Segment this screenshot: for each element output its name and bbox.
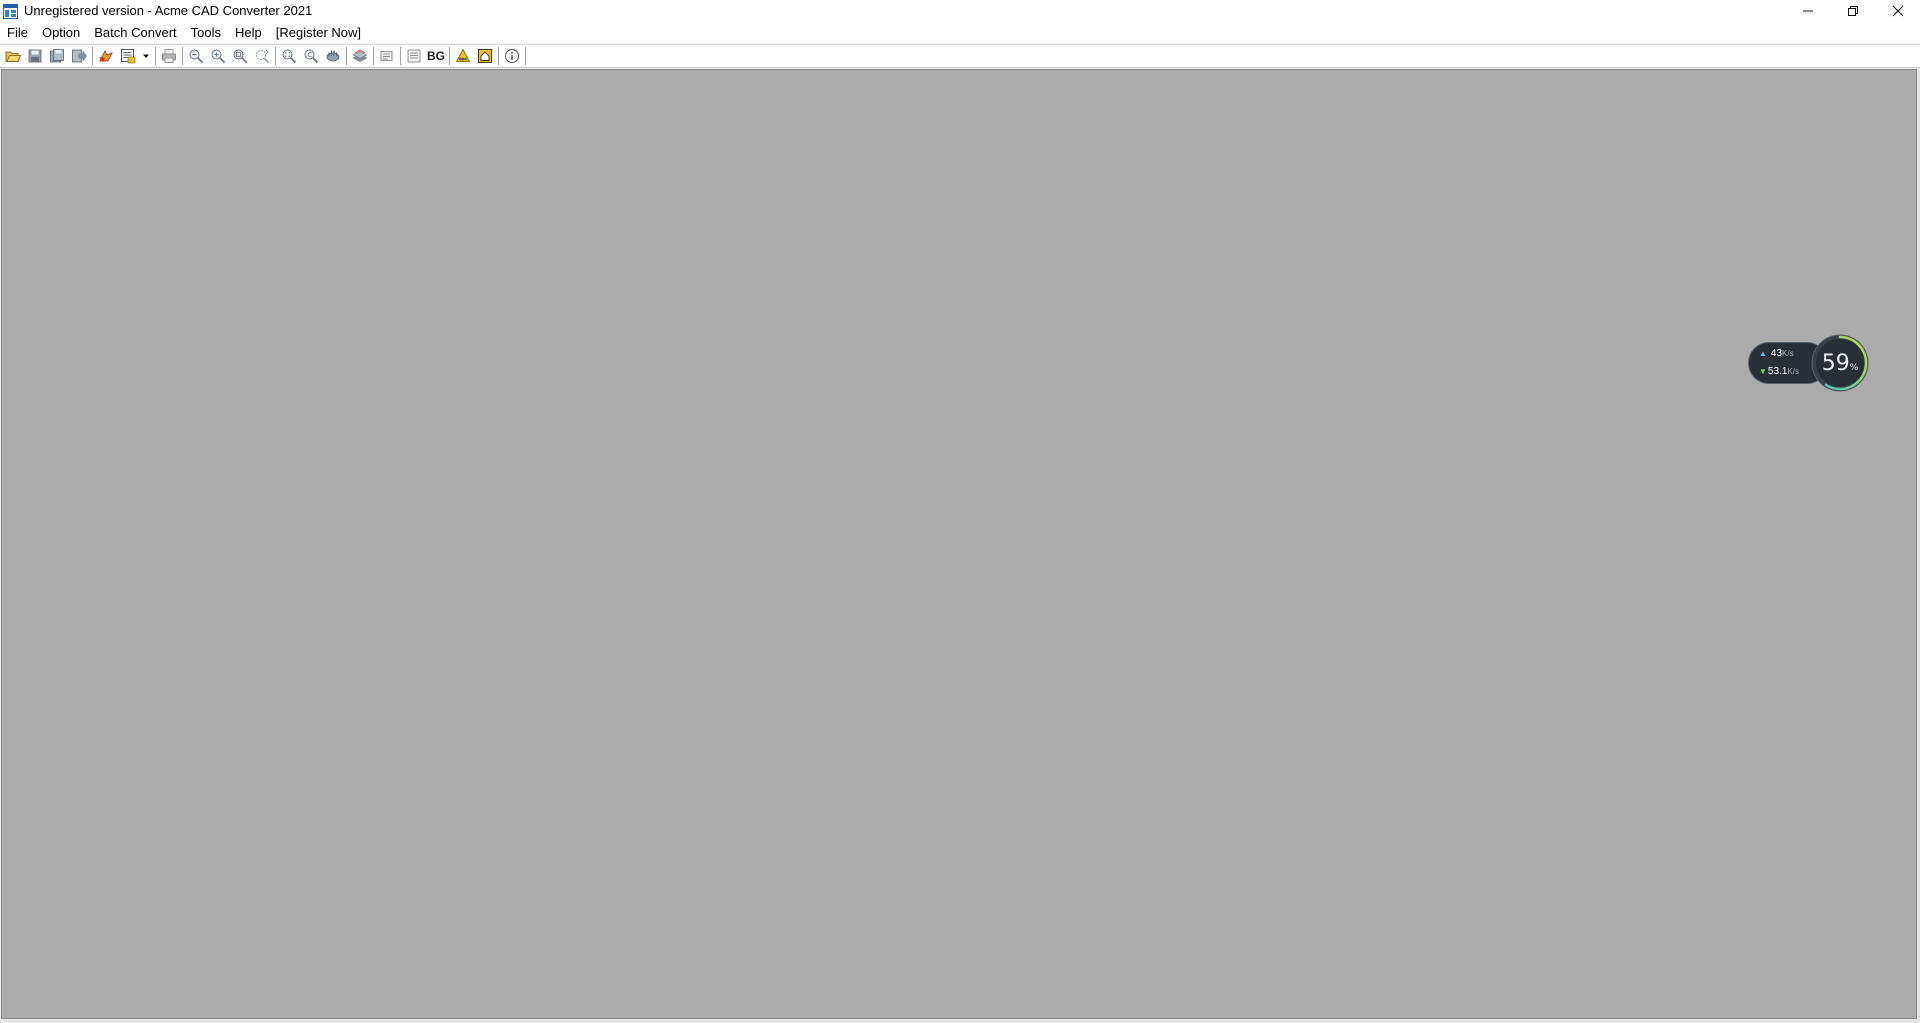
zoom-window-button[interactable] [229,45,251,67]
convert-icon [99,50,113,62]
pan-icon [326,50,340,62]
toolbar-separator [449,47,450,65]
dropdown-arrow-icon [143,54,149,58]
print-button[interactable] [158,45,180,67]
window-title: Unregistered version - Acme CAD Converte… [24,3,313,18]
toolbar-separator [275,47,276,65]
open-folder-icon [5,51,21,62]
upload-speed-unit: K/s [1782,349,1794,358]
toolbar: BG [0,44,1920,68]
pan-button[interactable] [322,45,344,67]
drawing-canvas[interactable] [1,69,1917,1019]
menu-help[interactable]: Help [228,22,269,43]
menu-bar: File Option Batch Convert Tools Help [Re… [0,22,1920,43]
layers-icon [352,49,368,62]
zoom-extents-icon [282,49,297,64]
warning-button[interactable] [452,45,474,67]
zoom-realtime-icon [256,49,269,63]
zoom-out-button[interactable] [185,45,207,67]
export-button[interactable] [68,45,90,67]
toolbar-separator [400,47,401,65]
upload-speed: ▲ 43K/s [1759,348,1794,359]
convert-button[interactable] [95,45,117,67]
save-icon [28,49,42,63]
app-window: Unregistered version - Acme CAD Converte… [0,0,1920,1023]
home-button[interactable] [474,45,496,67]
toolbar-separator [346,47,347,65]
background-label: BG [427,49,445,63]
window-controls [1785,0,1920,22]
zoom-extents-button[interactable] [278,45,300,67]
download-speed-value: 53.1 [1767,366,1788,377]
zoom-out-icon [189,49,204,64]
upload-speed-value: 43 [1770,348,1783,359]
toolbar-separator [525,47,526,65]
menu-option[interactable]: Option [35,22,87,43]
text-search-icon [407,49,421,63]
save-as-icon [50,49,64,63]
toolbar-separator [373,47,374,65]
print-icon [162,49,176,63]
menu-tools[interactable]: Tools [184,22,228,43]
export-icon [72,49,87,63]
home-icon [478,49,492,63]
zoom-previous-icon [304,49,319,64]
toolbar-separator [155,47,156,65]
info-button[interactable] [501,45,523,67]
restore-button[interactable] [1830,0,1875,22]
toolbar-separator [92,47,93,65]
zoom-in-button[interactable] [207,45,229,67]
bottom-edge [0,1019,1920,1023]
upload-arrow-icon: ▲ [1759,349,1767,358]
close-icon [1892,5,1903,17]
minimize-button[interactable] [1785,0,1830,22]
warning-icon [455,48,471,62]
properties-button[interactable] [376,45,398,67]
minimize-icon [1802,10,1813,12]
info-icon [505,49,519,63]
usage-percent: 59% [1810,333,1870,393]
close-button[interactable] [1875,0,1920,22]
menu-file[interactable]: File [0,22,35,43]
zoom-previous-button[interactable] [300,45,322,67]
download-speed-unit: K/s [1787,367,1799,376]
layers-button[interactable] [349,45,371,67]
zoom-realtime-button[interactable] [251,45,273,67]
background-button[interactable]: BG [425,45,447,67]
download-speed: ▼53.1K/s [1759,366,1799,377]
batch-convert-dropdown[interactable] [139,45,153,67]
app-logo-icon [3,3,18,19]
properties-icon [380,51,393,61]
batch-convert-icon [121,49,136,64]
toolbar-separator [182,47,183,65]
zoom-in-icon [211,49,226,64]
toolbar-separator [498,47,499,65]
batch-convert-button[interactable] [117,45,139,67]
zoom-window-icon [233,49,248,64]
download-arrow-icon: ▼ [1759,367,1767,376]
title-bar: Unregistered version - Acme CAD Converte… [0,0,1920,22]
menu-batch-convert[interactable]: Batch Convert [87,22,183,43]
save-as-button[interactable] [46,45,68,67]
usage-percent-sign: % [1849,363,1859,373]
save-button[interactable] [24,45,46,67]
text-search-button[interactable] [403,45,425,67]
usage-percent-value: 59 [1821,350,1850,376]
open-button[interactable] [2,45,24,67]
network-speed-widget[interactable]: ▲ 43K/s ▼53.1K/s 59% [1748,332,1870,394]
restore-icon [1847,6,1858,16]
menu-register-now[interactable]: [Register Now] [269,22,368,43]
